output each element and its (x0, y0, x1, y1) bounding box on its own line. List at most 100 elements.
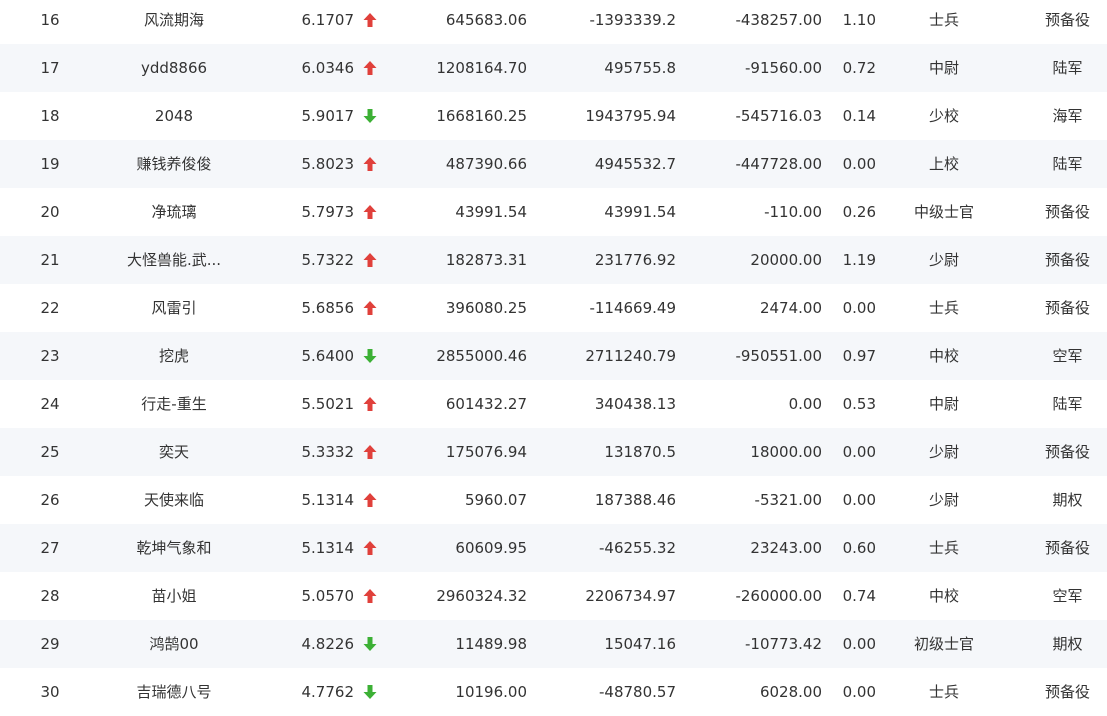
table-row[interactable]: 20 净琉璃 5.7973 43991.54 43991.54 -110.00 … (0, 188, 1107, 236)
value-1-cell: 487390.66 (445, 155, 527, 173)
username-cell[interactable]: 挖虎 (110, 332, 238, 380)
trend-cell (362, 236, 382, 284)
rank-title-cell: 中尉 (928, 59, 959, 77)
username-cell[interactable]: 净琉璃 (110, 188, 238, 236)
value-1-cell: 2960324.32 (436, 587, 527, 605)
rank-title-cell: 士兵 (928, 299, 959, 317)
table-row[interactable]: 28 苗小姐 5.0570 2960324.32 2206734.97 -260… (0, 572, 1107, 620)
arrow-up-icon (363, 157, 377, 171)
value-1-cell: 2855000.46 (436, 347, 527, 365)
username-cell[interactable]: 天使来临 (110, 476, 238, 524)
branch-cell: 期权 (1052, 491, 1083, 509)
value-1-cell: 175076.94 (445, 443, 527, 461)
rank-cell: 28 (40, 587, 60, 605)
arrow-up-icon (363, 397, 377, 411)
trend-cell (362, 428, 382, 476)
table-row[interactable]: 19 赚钱养俊俊 5.8023 487390.66 4945532.7 -447… (0, 140, 1107, 188)
rank-title-cell: 中校 (928, 587, 959, 605)
username-cell[interactable]: 2048 (110, 92, 238, 140)
rank-cell: 23 (40, 347, 60, 365)
username-cell[interactable]: 大怪兽能.武... (110, 236, 238, 284)
rank-title-cell: 初级士官 (913, 635, 974, 653)
score-cell: 5.8023 (301, 155, 355, 173)
rank-cell: 17 (40, 59, 60, 77)
value-2-cell: 4945532.7 (594, 155, 676, 173)
arrow-up-icon (363, 445, 377, 459)
table-row[interactable]: 26 天使来临 5.1314 5960.07 187388.46 -5321.0… (0, 476, 1107, 524)
rank-title-cell: 少尉 (928, 443, 959, 461)
rank-cell: 29 (40, 635, 60, 653)
value-2-cell: 340438.13 (594, 395, 676, 413)
score-cell: 4.8226 (301, 635, 355, 653)
ratio-cell: 1.10 (842, 11, 876, 29)
rank-cell: 21 (40, 251, 60, 269)
username-cell[interactable]: 赚钱养俊俊 (110, 140, 238, 188)
branch-cell: 预备役 (1044, 251, 1090, 269)
table-row[interactable]: 16 风流期海 6.1707 645683.06 -1393339.2 -438… (0, 0, 1107, 44)
arrow-down-icon (363, 349, 377, 363)
score-cell: 5.5021 (301, 395, 355, 413)
branch-cell: 预备役 (1044, 299, 1090, 317)
rank-title-cell: 士兵 (928, 683, 959, 701)
arrow-down-icon (363, 685, 377, 699)
value-2-cell: -48780.57 (599, 683, 676, 701)
rank-cell: 26 (40, 491, 60, 509)
value-1-cell: 11489.98 (455, 635, 527, 653)
ratio-cell: 0.00 (842, 491, 876, 509)
username-cell[interactable]: 行走-重生 (110, 380, 238, 428)
username-cell[interactable]: 吉瑞德八号 (110, 668, 238, 716)
table-row[interactable]: 22 风雷引 5.6856 396080.25 -114669.49 2474.… (0, 284, 1107, 332)
table-row[interactable]: 21 大怪兽能.武... 5.7322 182873.31 231776.92 … (0, 236, 1107, 284)
score-cell: 6.0346 (301, 59, 355, 77)
rank-cell: 24 (40, 395, 60, 413)
rank-cell: 20 (40, 203, 60, 221)
rank-title-cell: 少尉 (928, 251, 959, 269)
table-row[interactable]: 18 2048 5.9017 1668160.25 1943795.94 -54… (0, 92, 1107, 140)
score-cell: 5.1314 (301, 539, 355, 557)
value-2-cell: 495755.8 (604, 59, 676, 77)
value-1-cell: 601432.27 (445, 395, 527, 413)
table-row[interactable]: 25 奕天 5.3332 175076.94 131870.5 18000.00… (0, 428, 1107, 476)
username-cell[interactable]: 乾坤气象和 (110, 524, 238, 572)
trend-cell (362, 476, 382, 524)
rank-title-cell: 中校 (928, 347, 959, 365)
table-row[interactable]: 23 挖虎 5.6400 2855000.46 2711240.79 -9505… (0, 332, 1107, 380)
arrow-up-icon (363, 589, 377, 603)
table-row[interactable]: 24 行走-重生 5.5021 601432.27 340438.13 0.00… (0, 380, 1107, 428)
rank-title-cell: 上校 (928, 155, 959, 173)
value-3-cell: -438257.00 (735, 11, 822, 29)
username-cell[interactable]: 风流期海 (110, 0, 238, 44)
value-3-cell: 18000.00 (750, 443, 822, 461)
username-cell[interactable]: ydd8866 (110, 44, 238, 92)
value-2-cell: 2206734.97 (585, 587, 676, 605)
ratio-cell: 0.00 (842, 443, 876, 461)
username-cell[interactable]: 苗小姐 (110, 572, 238, 620)
trend-cell (362, 668, 382, 716)
score-cell: 5.7322 (301, 251, 355, 269)
ratio-cell: 0.26 (842, 203, 876, 221)
username-cell[interactable]: 奕天 (110, 428, 238, 476)
score-cell: 5.6856 (301, 299, 355, 317)
ratio-cell: 0.14 (842, 107, 876, 125)
branch-cell: 期权 (1052, 635, 1083, 653)
rank-cell: 27 (40, 539, 60, 557)
table-row[interactable]: 27 乾坤气象和 5.1314 60609.95 -46255.32 23243… (0, 524, 1107, 572)
score-cell: 5.1314 (301, 491, 355, 509)
username-cell[interactable]: 鸿鹄00 (110, 620, 238, 668)
value-3-cell: -110.00 (764, 203, 822, 221)
table-row[interactable]: 30 吉瑞德八号 4.7762 10196.00 -48780.57 6028.… (0, 668, 1107, 716)
value-2-cell: -46255.32 (599, 539, 676, 557)
ratio-cell: 0.53 (842, 395, 876, 413)
arrow-down-icon (363, 637, 377, 651)
ratio-cell: 0.00 (842, 635, 876, 653)
table-row[interactable]: 17 ydd8866 6.0346 1208164.70 495755.8 -9… (0, 44, 1107, 92)
value-3-cell: -545716.03 (735, 107, 822, 125)
value-3-cell: -10773.42 (745, 635, 822, 653)
username-cell[interactable]: 风雷引 (110, 284, 238, 332)
ranking-table: 16 风流期海 6.1707 645683.06 -1393339.2 -438… (0, 0, 1107, 716)
value-2-cell: 43991.54 (604, 203, 676, 221)
table-row[interactable]: 29 鸿鹄00 4.8226 11489.98 15047.16 -10773.… (0, 620, 1107, 668)
value-2-cell: 2711240.79 (585, 347, 676, 365)
ratio-cell: 0.00 (842, 299, 876, 317)
rank-title-cell: 少尉 (928, 491, 959, 509)
